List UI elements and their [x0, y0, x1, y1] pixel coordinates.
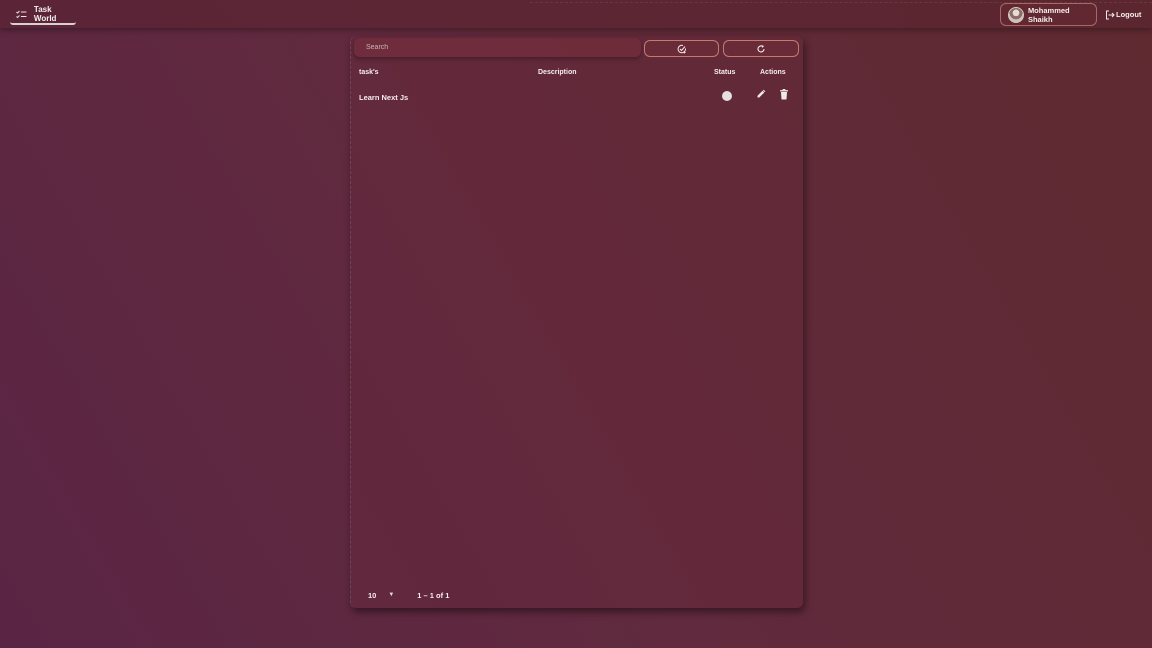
- avatar: [1008, 6, 1024, 23]
- logout-icon: [1106, 10, 1115, 19]
- user-name: Mohammed Shaikh: [1027, 5, 1070, 24]
- page-range-text: 1 – 1 of 1: [417, 590, 450, 600]
- edit-icon[interactable]: [756, 89, 766, 99]
- delete-icon[interactable]: [779, 89, 789, 100]
- refresh-button[interactable]: [723, 40, 799, 57]
- status-indicator[interactable]: [722, 91, 732, 101]
- caret-down-icon: ▼: [388, 592, 395, 598]
- logout-button[interactable]: Logout: [1105, 8, 1141, 21]
- column-header-status: Status: [714, 69, 736, 76]
- column-header-description: Description: [538, 69, 577, 76]
- rows-per-page-value: 10: [368, 590, 377, 600]
- logout-label: Logout: [1116, 10, 1142, 19]
- task-list-icon: [16, 10, 27, 18]
- check-circle-icon: [677, 44, 686, 53]
- search-box[interactable]: [354, 38, 641, 57]
- brand-tab[interactable]: Task World: [10, 5, 76, 25]
- column-header-task: task's: [359, 69, 379, 76]
- rows-per-page-select[interactable]: 10 ▼: [359, 591, 394, 600]
- add-task-button[interactable]: [644, 40, 719, 57]
- pagination: 10 ▼ 1 – 1 of 1: [359, 588, 449, 602]
- column-header-actions: Actions: [760, 69, 786, 76]
- search-input[interactable]: [366, 44, 641, 51]
- task-title: Learn Next Js: [359, 93, 409, 102]
- tasks-panel: task's Description Status Actions Learn …: [350, 36, 803, 608]
- top-app-bar: Task World Mohammed Shaikh Logout: [0, 0, 1152, 28]
- refresh-icon: [757, 44, 765, 52]
- user-profile-button[interactable]: Mohammed Shaikh: [1000, 3, 1097, 26]
- brand-title: Task World: [33, 5, 57, 23]
